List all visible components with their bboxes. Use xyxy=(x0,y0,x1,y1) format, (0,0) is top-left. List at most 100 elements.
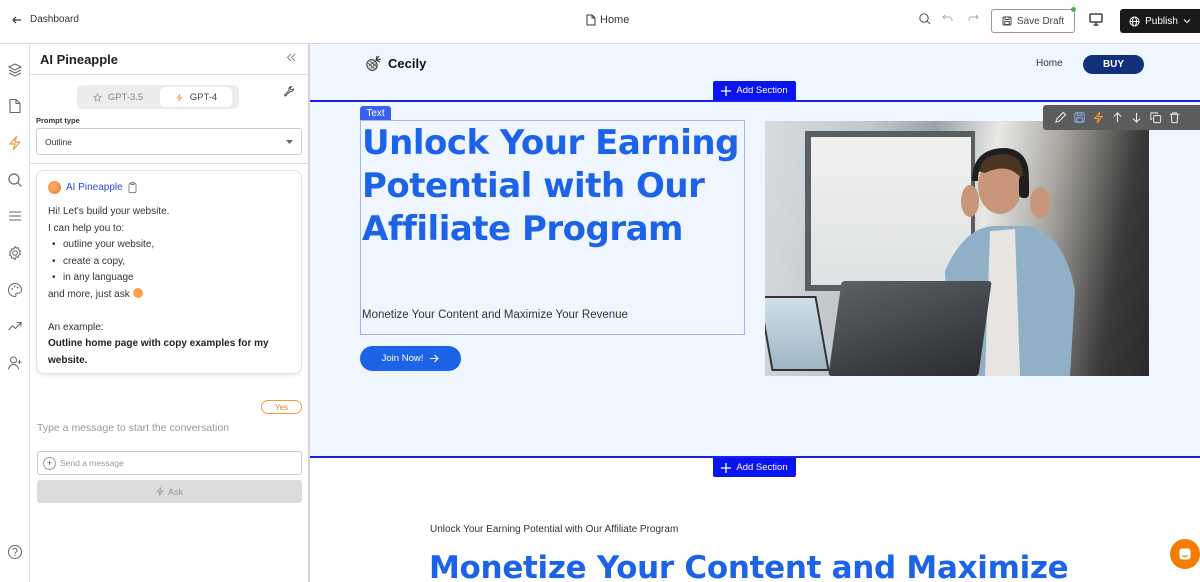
sender-name: AI Pineapple xyxy=(66,182,123,193)
brand-name: Cecily xyxy=(388,55,427,71)
ask-button[interactable]: Ask xyxy=(37,480,302,503)
add-user-icon[interactable] xyxy=(7,355,23,371)
section-kicker[interactable]: Unlock Your Earning Potential with Our A… xyxy=(430,524,678,535)
message-input[interactable]: + Send a message xyxy=(37,451,302,475)
example-label: An example: xyxy=(48,321,104,333)
message-body: Hi! Let's build your website. I can help… xyxy=(48,204,293,369)
editor-canvas: Cecily Home BUY Add Section Text Unlock … xyxy=(310,44,1200,582)
attach-plus-icon[interactable]: + xyxy=(43,456,56,470)
hero-image[interactable] xyxy=(765,121,1149,376)
example-prompt[interactable]: Outline home page with copy examples for… xyxy=(48,336,293,369)
menu-icon[interactable] xyxy=(7,208,23,224)
left-icon-rail xyxy=(0,44,30,582)
hero-title[interactable]: Unlock Your Earning Potential with Our A… xyxy=(362,122,742,251)
settings-icon[interactable] xyxy=(7,245,23,261)
ask-label: Ask xyxy=(167,486,183,497)
page-icon xyxy=(586,14,596,26)
caret-down-icon xyxy=(286,139,293,144)
redo-icon[interactable] xyxy=(967,12,983,28)
hero-subtitle[interactable]: Monetize Your Content and Maximize Your … xyxy=(362,309,628,321)
move-down-icon[interactable] xyxy=(1129,110,1144,125)
page-name-label: Home xyxy=(600,14,630,26)
wrench-icon[interactable] xyxy=(283,86,295,98)
support-chat-button[interactable] xyxy=(1170,539,1200,569)
add-section-button[interactable]: Add Section xyxy=(713,458,796,477)
add-section-label: Add Section xyxy=(736,462,788,473)
divider xyxy=(30,163,308,164)
panel-title: AI Pineapple xyxy=(40,52,119,67)
search-icon[interactable] xyxy=(7,172,23,188)
collapse-panel-icon[interactable] xyxy=(286,53,296,62)
save-block-icon[interactable] xyxy=(1072,110,1087,125)
conversation-hint: Type a message to start the conversation xyxy=(37,422,230,434)
sparkle-icon xyxy=(175,93,184,102)
desktop-preview-icon[interactable] xyxy=(1089,13,1105,29)
prompt-type-label: Prompt type xyxy=(36,116,80,125)
element-toolbar xyxy=(1043,105,1200,130)
ai-message-card: AI Pineapple Hi! Let's build your websit… xyxy=(36,170,302,374)
join-now-button[interactable]: Join Now! xyxy=(360,346,461,371)
site-logo[interactable]: Cecily xyxy=(365,54,426,72)
section-title[interactable]: Monetize Your Content and Maximize xyxy=(429,550,1069,582)
chevron-down-icon xyxy=(1183,18,1191,24)
duplicate-icon[interactable] xyxy=(1148,110,1163,125)
ai-bolt-icon[interactable] xyxy=(1091,110,1106,125)
capability-list: outline your website, create a copy, in … xyxy=(48,237,293,287)
bolt-icon xyxy=(156,487,164,496)
star-icon xyxy=(92,92,102,102)
closing-text: and more, just ask xyxy=(48,288,130,300)
prompt-type-value: Outline xyxy=(45,136,72,147)
current-page-selector[interactable]: Home xyxy=(586,14,629,26)
arrow-right-icon xyxy=(429,354,440,363)
model-label: GPT-3.5 xyxy=(107,91,144,103)
edit-pencil-icon[interactable] xyxy=(1053,110,1068,125)
grin-emoji-icon xyxy=(132,287,143,298)
intro-text: I can help you to: xyxy=(48,222,125,234)
list-item: create a copy, xyxy=(48,254,293,271)
floppy-icon xyxy=(1002,16,1012,26)
delete-trash-icon[interactable] xyxy=(1167,110,1182,125)
plus-icon xyxy=(721,462,732,473)
analytics-icon[interactable] xyxy=(7,318,23,334)
message-header: AI Pineapple xyxy=(48,181,137,194)
globe-icon xyxy=(1129,16,1140,27)
add-section-label: Add Section xyxy=(736,85,788,96)
model-gpt4-button[interactable]: GPT-4 xyxy=(160,87,232,107)
palette-icon[interactable] xyxy=(7,282,23,298)
plus-icon xyxy=(721,85,732,96)
section-boundary-line xyxy=(310,100,1200,102)
list-item: in any language xyxy=(48,270,293,287)
nav-buy-button[interactable]: BUY xyxy=(1083,55,1144,74)
back-to-dashboard-link[interactable]: Dashboard xyxy=(12,14,79,25)
join-now-label: Join Now! xyxy=(381,353,424,364)
publish-label: Publish xyxy=(1145,15,1178,27)
unsaved-status-dot xyxy=(1071,7,1076,12)
ai-bolt-icon[interactable] xyxy=(7,135,23,151)
save-draft-button[interactable]: Save Draft xyxy=(991,7,1076,33)
model-toggle: GPT-3.5 GPT-4 xyxy=(77,85,239,109)
model-gpt35-button[interactable]: GPT-3.5 xyxy=(79,87,157,107)
ai-avatar xyxy=(48,181,61,194)
list-item: outline your website, xyxy=(48,237,293,254)
closing-line: and more, just ask xyxy=(48,287,293,304)
prompt-type-select[interactable]: Outline xyxy=(36,128,302,155)
page-icon[interactable] xyxy=(7,98,23,114)
add-section-button[interactable]: Add Section xyxy=(713,81,796,100)
clipboard-icon[interactable] xyxy=(128,182,137,193)
move-up-icon[interactable] xyxy=(1110,110,1125,125)
ai-pineapple-panel: AI Pineapple GPT-3.5 GPT-4 Prompt type O… xyxy=(30,44,310,582)
message-placeholder: Send a message xyxy=(60,458,124,468)
image-tablet-detail xyxy=(765,296,830,371)
undo-icon[interactable] xyxy=(942,12,958,28)
hero-section[interactable]: Cecily Home BUY Add Section Text Unlock … xyxy=(310,44,1200,457)
help-icon[interactable] xyxy=(7,544,23,560)
text-element-tag: Text xyxy=(360,106,391,120)
layers-icon[interactable] xyxy=(7,62,23,78)
yes-quick-reply-button[interactable]: Yes xyxy=(261,400,302,414)
image-laptop-detail xyxy=(828,281,992,376)
publish-button[interactable]: Publish xyxy=(1120,9,1200,33)
back-label: Dashboard xyxy=(30,14,79,25)
chat-bubble-icon xyxy=(1178,547,1192,561)
nav-link-home[interactable]: Home xyxy=(1036,58,1063,69)
search-icon[interactable] xyxy=(918,12,934,28)
